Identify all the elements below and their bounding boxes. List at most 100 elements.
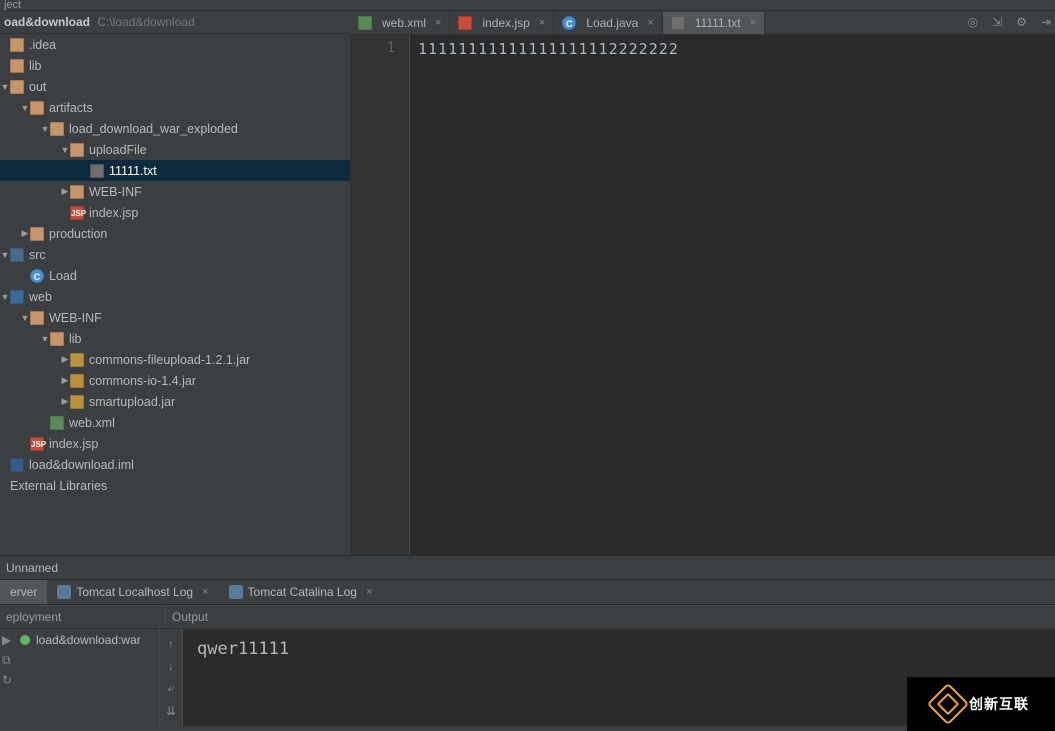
tool-tab[interactable]: Tomcat Localhost Log × — [47, 580, 218, 604]
folder-icon — [30, 227, 44, 241]
external-libraries[interactable]: External Libraries — [0, 475, 350, 496]
tool-tab-label: Tomcat Localhost Log — [76, 585, 193, 599]
chevron-icon[interactable]: ▼ — [20, 313, 30, 323]
tree-node[interactable]: JSPindex.jsp — [0, 202, 350, 223]
xml-icon — [50, 416, 64, 430]
locate-icon[interactable]: ◎ — [968, 15, 978, 29]
tree-node[interactable]: 11111.txt — [0, 160, 350, 181]
tree-label: web — [29, 290, 52, 304]
tree-node[interactable]: ▼ WEB-INF — [0, 307, 350, 328]
chevron-icon[interactable]: ▼ — [40, 334, 50, 344]
tree-node[interactable]: ▶production — [0, 223, 350, 244]
tree-label: artifacts — [49, 101, 93, 115]
close-icon[interactable]: × — [647, 17, 653, 29]
editor-text[interactable]: 11111111111111111112222222 — [410, 35, 1055, 555]
tree-node[interactable]: ▶commons-fileupload-1.2.1.jar — [0, 349, 350, 370]
server-icon — [229, 585, 243, 599]
tree-node[interactable]: ▼ lib — [0, 328, 350, 349]
editor-tab[interactable]: index.jsp× — [450, 12, 554, 34]
gutter: 1 — [350, 35, 410, 555]
close-icon[interactable]: × — [750, 17, 756, 29]
chevron-icon[interactable]: ▶ — [60, 186, 70, 197]
chevron-icon[interactable]: ▼ — [0, 250, 10, 260]
refresh-icon[interactable]: ↻ — [2, 673, 16, 687]
tab-label: web.xml — [382, 16, 426, 30]
tree-label: uploadFile — [89, 143, 147, 157]
chevron-icon[interactable]: ▶ — [60, 354, 70, 365]
tree-label: WEB-INF — [89, 185, 142, 199]
tool-tab[interactable]: erver — [0, 580, 47, 604]
folder-icon — [30, 311, 44, 325]
open-icon[interactable]: ⧉ — [2, 653, 16, 667]
chevron-icon[interactable]: ▶ — [20, 228, 30, 239]
chevron-icon[interactable]: ▶ — [60, 396, 70, 407]
tree-node[interactable]: ▼src — [0, 244, 350, 265]
chevron-icon[interactable]: ▼ — [0, 292, 10, 302]
editor-area[interactable]: 1 11111111111111111112222222 — [350, 35, 1055, 555]
tab-label: 11111.txt — [695, 16, 741, 30]
hide-icon[interactable]: ⇥ — [1041, 15, 1051, 29]
ok-status-icon — [20, 635, 30, 645]
deployment-header: eployment — [0, 606, 166, 628]
webf-icon — [10, 290, 24, 304]
tree-node[interactable]: ▶smartupload.jar — [0, 391, 350, 412]
close-icon[interactable]: × — [366, 586, 372, 598]
tree-node[interactable]: ▼load_download_war_exploded — [0, 118, 350, 139]
editor-tab[interactable]: web.xml × — [350, 12, 450, 34]
tree-label: index.jsp — [49, 437, 98, 451]
collapse-icon[interactable]: ⇲ — [992, 15, 1002, 29]
tree-node[interactable]: ▼ uploadFile — [0, 139, 350, 160]
tree-node[interactable]: web.xml — [0, 412, 350, 433]
tree-label: lib — [69, 332, 82, 346]
chevron-icon[interactable]: ▼ — [20, 103, 30, 113]
tree-node[interactable]: ▼ artifacts — [0, 97, 350, 118]
tree-node[interactable]: lib — [0, 55, 350, 76]
close-icon[interactable]: × — [539, 17, 545, 29]
chevron-icon[interactable]: ▶ — [60, 375, 70, 386]
scroll-icon[interactable]: ⇊ — [166, 704, 176, 718]
up-icon[interactable]: ↑ — [168, 637, 174, 651]
output-header: Output — [166, 606, 1055, 628]
chevron-icon[interactable]: ▼ — [0, 82, 10, 92]
tool-tab[interactable]: Tomcat Catalina Log× — [219, 580, 383, 604]
folder-icon — [70, 143, 84, 157]
run-icon[interactable]: ▶ — [2, 633, 16, 647]
wrap-icon[interactable]: ⤶ — [168, 681, 175, 696]
jar-icon — [70, 353, 84, 367]
breadcrumb-project[interactable]: oad&download — [4, 15, 90, 29]
folder-icon — [10, 38, 24, 52]
brand-overlay: 创新互联 — [907, 677, 1055, 731]
tool-window-tabs[interactable]: erverTomcat Localhost Log×Tomcat Catalin… — [0, 580, 1055, 605]
run-config-bar[interactable]: Unnamed — [0, 555, 1055, 580]
gear-icon[interactable]: ⚙ — [1016, 15, 1027, 29]
project-tree[interactable]: .idealib▼out▼artifacts▼load_download_war… — [0, 34, 350, 555]
brand-logo-icon — [927, 683, 969, 725]
tree-node[interactable]: ▶ WEB-INF — [0, 181, 350, 202]
server-icon — [57, 585, 71, 599]
tree-node[interactable]: JSPindex.jsp — [0, 433, 350, 454]
chevron-icon[interactable]: ▼ — [40, 124, 50, 134]
folder-icon — [50, 122, 64, 136]
chevron-icon[interactable]: ▼ — [60, 145, 70, 155]
down-icon[interactable]: ↓ — [168, 659, 174, 673]
console-text: qwer11111 — [197, 639, 289, 659]
tree-node[interactable]: .idea — [0, 34, 350, 55]
tree-node[interactable]: ▶commons-io-1.4.jar — [0, 370, 350, 391]
deployment-panel: ▶ ⧉ ↻ load&download:war — [0, 629, 160, 726]
close-icon[interactable]: × — [202, 586, 208, 598]
output-toolbar: ↑ ↓ ⤶ ⇊ — [160, 629, 183, 726]
tree-label: WEB-INF — [49, 311, 102, 325]
tree-label: 11111.txt — [109, 164, 157, 178]
tree-node[interactable]: ▼ web — [0, 286, 350, 307]
editor-tab[interactable]: 11111.txt × — [663, 12, 765, 34]
tree-label: load&download.iml — [29, 458, 134, 472]
close-icon[interactable]: × — [435, 17, 441, 29]
tree-node[interactable]: C Load — [0, 265, 350, 286]
editor-tab[interactable]: CLoad.java× — [554, 12, 662, 34]
tree-label: .idea — [29, 38, 56, 52]
tree-node[interactable]: ▼out — [0, 76, 350, 97]
tree-node[interactable]: load&download.iml — [0, 454, 350, 475]
xml-icon — [358, 16, 372, 30]
breadcrumb-sep — [92, 15, 95, 29]
deployment-item[interactable]: load&download:war — [18, 629, 159, 651]
